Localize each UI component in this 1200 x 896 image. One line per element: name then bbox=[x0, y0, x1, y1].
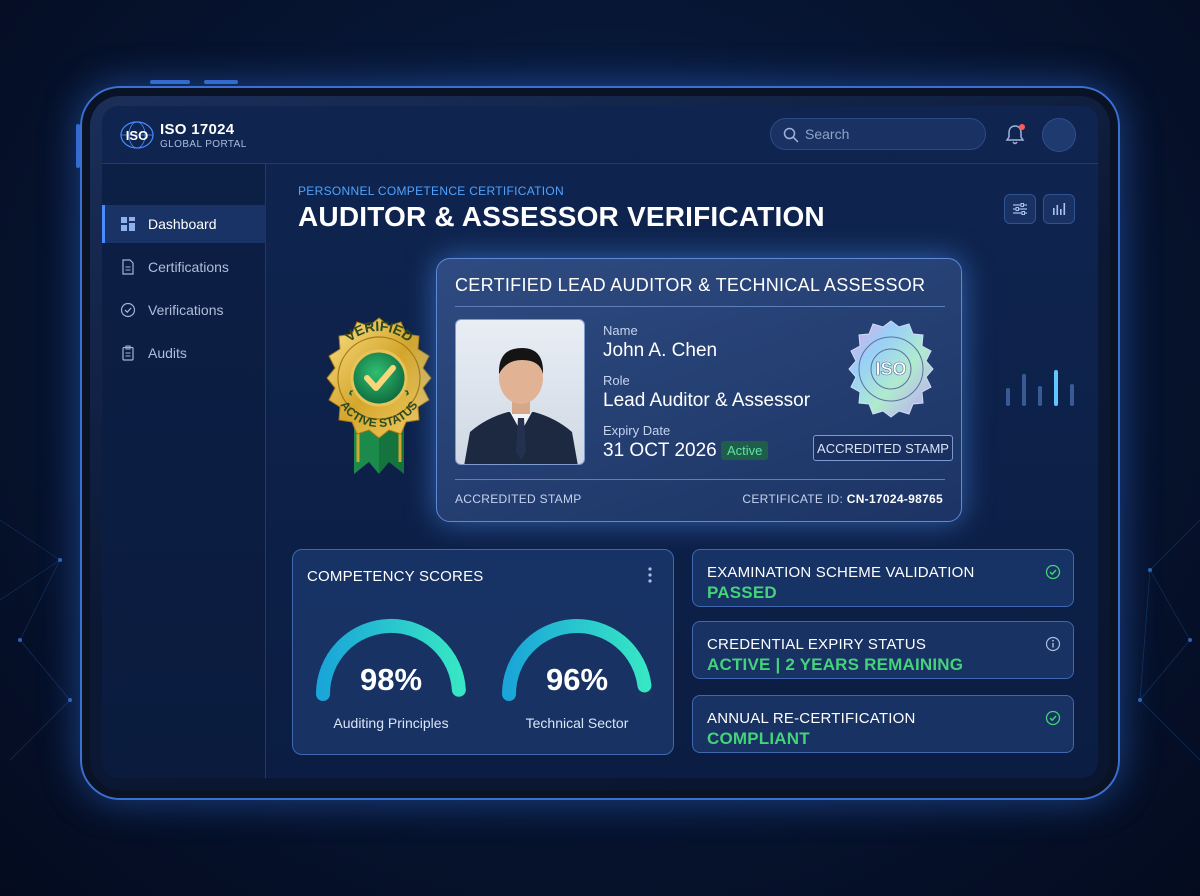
status-card-label: CREDENTIAL EXPIRY STATUS bbox=[707, 636, 927, 653]
sliders-icon bbox=[1013, 203, 1027, 215]
check-circle-icon bbox=[120, 302, 136, 318]
status-card-value: PASSED bbox=[707, 583, 777, 602]
equalizer-icon bbox=[1006, 370, 1074, 406]
expiry-label: Expiry Date bbox=[603, 423, 671, 438]
certificate-id-label: CERTIFICATE ID: bbox=[742, 492, 844, 506]
score-value: 98% bbox=[359, 662, 423, 697]
competency-panel: COMPETENCY SCORES 98% Auditing Principle… bbox=[292, 549, 674, 755]
filter-button[interactable] bbox=[1004, 194, 1036, 224]
tablet-power-button bbox=[204, 80, 238, 84]
analytics-button[interactable] bbox=[1043, 194, 1075, 224]
divider bbox=[455, 306, 945, 307]
seal-text: ISO bbox=[875, 359, 906, 379]
page-title: AUDITOR & ASSESSOR VERIFICATION bbox=[298, 201, 825, 232]
certificate-title: CERTIFIED LEAD AUDITOR & TECHNICAL ASSES… bbox=[455, 275, 926, 295]
clipboard-icon bbox=[122, 345, 134, 361]
top-bar: ISO ISO 17024 GLOBAL PORTAL bbox=[102, 106, 1098, 164]
expiry-date: 31 OCT 2026 bbox=[603, 440, 717, 461]
search-icon bbox=[783, 127, 799, 143]
logo-text: ISO bbox=[126, 128, 148, 143]
certificate-card: CERTIFIED LEAD AUDITOR & TECHNICAL ASSES… bbox=[436, 258, 962, 522]
status-card-label: ANNUAL RE-CERTIFICATION bbox=[707, 710, 916, 727]
info-icon[interactable] bbox=[1045, 636, 1061, 652]
brand-title: ISO 17024 bbox=[160, 121, 235, 138]
check-circle-icon bbox=[1045, 564, 1061, 580]
search-input[interactable] bbox=[805, 119, 975, 149]
certificate-id: CERTIFICATE ID: CN-17024-98765 bbox=[742, 492, 943, 506]
document-icon bbox=[122, 259, 134, 275]
verified-badge-icon: VERIFIED ACTIVE STATUS bbox=[326, 317, 432, 474]
sidebar-item-certifications[interactable]: Certifications bbox=[102, 248, 266, 286]
status-badge: Active bbox=[721, 441, 769, 460]
score-label: Auditing Principles bbox=[333, 715, 449, 731]
user-avatar[interactable] bbox=[1042, 118, 1076, 152]
competency-title: COMPETENCY SCORES bbox=[307, 568, 484, 585]
status-card-label: EXAMINATION SCHEME VALIDATION bbox=[707, 564, 975, 581]
iso-logo-icon: ISO bbox=[120, 121, 154, 149]
status-card-expiry: CREDENTIAL EXPIRY STATUS ACTIVE | 2 YEAR… bbox=[692, 621, 1074, 679]
sidebar-item-audits[interactable]: Audits bbox=[102, 334, 266, 372]
app-screen: ISO ISO 17024 GLOBAL PORTAL Dashboard bbox=[102, 106, 1098, 778]
search-box[interactable] bbox=[770, 118, 986, 150]
status-card-recertification: ANNUAL RE-CERTIFICATION COMPLIANT bbox=[692, 695, 1074, 753]
score-value: 96% bbox=[545, 662, 609, 697]
sidebar-item-dashboard[interactable]: Dashboard bbox=[102, 205, 266, 243]
role-label: Role bbox=[603, 373, 630, 388]
brand-subtitle: GLOBAL PORTAL bbox=[160, 139, 247, 150]
sidebar: Dashboard Certifications Verifications A… bbox=[102, 164, 266, 778]
holder-role: Lead Auditor & Assessor bbox=[603, 390, 811, 411]
person-portrait-icon bbox=[464, 348, 578, 464]
sidebar-item-label: Dashboard bbox=[148, 216, 217, 232]
certificate-id-value: CN-17024-98765 bbox=[846, 492, 943, 506]
status-card-value: ACTIVE | 2 YEARS REMAINING bbox=[707, 655, 964, 674]
tablet-volume-button bbox=[150, 80, 190, 84]
notification-dot bbox=[1019, 124, 1025, 130]
score-label: Technical Sector bbox=[525, 715, 629, 731]
status-card-examination: EXAMINATION SCHEME VALIDATION PASSED bbox=[692, 549, 1074, 607]
sidebar-item-label: Audits bbox=[148, 345, 187, 361]
grid-icon bbox=[121, 217, 135, 231]
bar-chart-icon bbox=[1053, 203, 1066, 215]
holder-name: John A. Chen bbox=[603, 340, 718, 361]
sidebar-item-label: Verifications bbox=[148, 302, 224, 318]
page-kicker: PERSONNEL COMPETENCE CERTIFICATION bbox=[298, 184, 565, 198]
more-options-icon[interactable] bbox=[647, 566, 653, 584]
status-card-value: COMPLIANT bbox=[707, 729, 810, 748]
profile-photo bbox=[455, 319, 585, 465]
accredited-stamp-button[interactable]: ACCREDITED STAMP bbox=[813, 435, 953, 461]
card-footer-stamp: ACCREDITED STAMP bbox=[455, 492, 582, 506]
check-circle-icon bbox=[1045, 710, 1061, 726]
holographic-seal-icon: ISO bbox=[848, 320, 934, 418]
divider bbox=[455, 479, 945, 480]
sidebar-item-label: Certifications bbox=[148, 259, 229, 275]
sidebar-item-verifications[interactable]: Verifications bbox=[102, 291, 266, 329]
name-label: Name bbox=[603, 323, 638, 338]
